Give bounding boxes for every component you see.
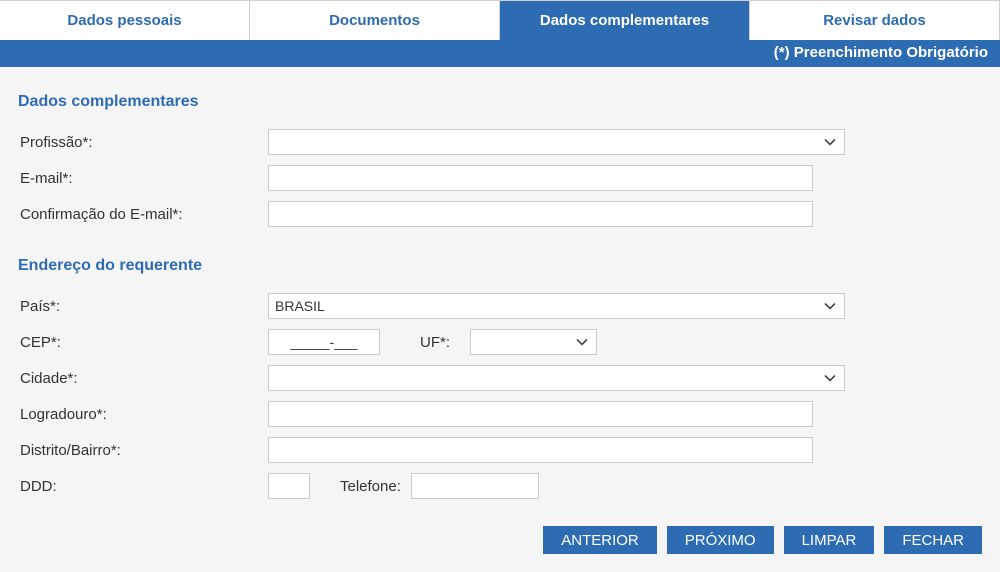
- row-profissao: Profissão*:: [18, 129, 982, 155]
- label-uf: UF*:: [420, 334, 450, 351]
- row-pais: País*: BRASIL: [18, 293, 982, 319]
- button-bar: ANTERIOR PRÓXIMO LIMPAR FECHAR: [543, 526, 982, 554]
- required-note: (*) Preenchimento Obrigatório: [0, 40, 1000, 67]
- label-telefone: Telefone:: [340, 478, 401, 495]
- label-email-confirm: Confirmação do E-mail*:: [18, 206, 268, 223]
- select-pais[interactable]: BRASIL: [268, 293, 845, 319]
- label-distrito: Distrito/Bairro*:: [18, 442, 268, 459]
- row-email: E-mail*:: [18, 165, 982, 191]
- label-ddd: DDD:: [18, 478, 268, 495]
- select-uf[interactable]: [470, 329, 597, 355]
- row-email-confirm: Confirmação do E-mail*:: [18, 201, 982, 227]
- label-logradouro: Logradouro*:: [18, 406, 268, 423]
- tab-dados-pessoais[interactable]: Dados pessoais: [0, 1, 250, 40]
- row-ddd-tel: DDD: Telefone:: [18, 473, 982, 499]
- input-email[interactable]: [268, 165, 813, 191]
- input-ddd[interactable]: [268, 473, 310, 499]
- tab-bar: Dados pessoais Documentos Dados compleme…: [0, 0, 1000, 40]
- input-logradouro[interactable]: [268, 401, 813, 427]
- input-telefone[interactable]: [411, 473, 539, 499]
- label-cep: CEP*:: [18, 334, 268, 351]
- row-distrito: Distrito/Bairro*:: [18, 437, 982, 463]
- row-cep-uf: CEP*: UF*:: [18, 329, 982, 355]
- section-title-endereco: Endereço do requerente: [18, 257, 982, 275]
- anterior-button[interactable]: ANTERIOR: [543, 526, 657, 554]
- label-pais: País*:: [18, 298, 268, 315]
- proximo-button[interactable]: PRÓXIMO: [667, 526, 774, 554]
- section-title-complementares: Dados complementares: [18, 93, 982, 111]
- page-container: Dados pessoais Documentos Dados compleme…: [0, 0, 1000, 572]
- tab-dados-complementares[interactable]: Dados complementares: [500, 1, 750, 40]
- label-email: E-mail*:: [18, 170, 268, 187]
- row-cidade: Cidade*:: [18, 365, 982, 391]
- row-logradouro: Logradouro*:: [18, 401, 982, 427]
- input-cep[interactable]: [268, 329, 380, 355]
- input-distrito[interactable]: [268, 437, 813, 463]
- tab-documentos[interactable]: Documentos: [250, 1, 500, 40]
- select-cidade[interactable]: [268, 365, 845, 391]
- tab-revisar-dados[interactable]: Revisar dados: [750, 1, 1000, 40]
- fechar-button[interactable]: FECHAR: [884, 526, 982, 554]
- input-email-confirm[interactable]: [268, 201, 813, 227]
- limpar-button[interactable]: LIMPAR: [784, 526, 875, 554]
- label-cidade: Cidade*:: [18, 370, 268, 387]
- select-profissao[interactable]: [268, 129, 845, 155]
- form-area: Dados complementares Profissão*: E-mail*…: [0, 67, 1000, 572]
- label-profissao: Profissão*:: [18, 134, 268, 151]
